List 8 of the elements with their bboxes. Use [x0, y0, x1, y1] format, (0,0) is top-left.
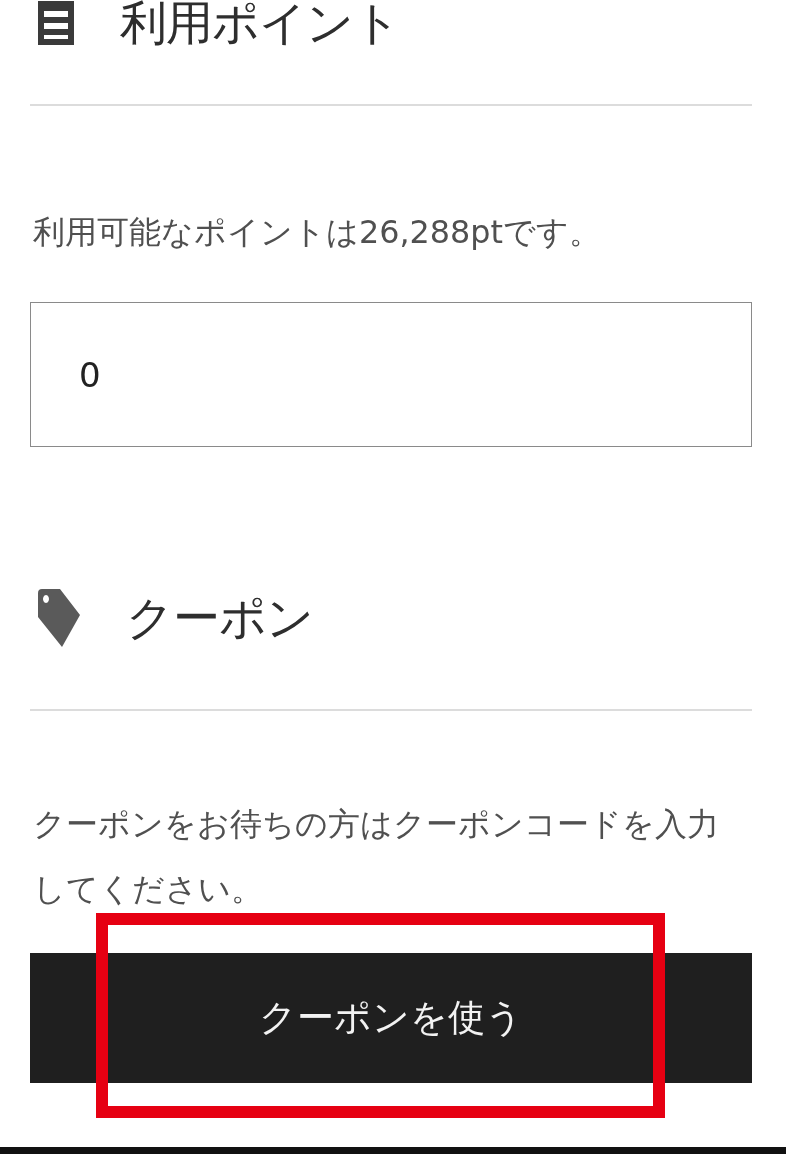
- section-title: 利用ポイント: [120, 0, 400, 46]
- available-points-text: 利用可能なポイントは26,288ptです。: [33, 212, 602, 252]
- tag-icon: [38, 589, 80, 647]
- coupon-instructions-text: クーポンをお待ちの方はクーポンコードを入力してください。: [33, 804, 720, 910]
- section-title: クーポン: [126, 589, 313, 647]
- use-coupon-button[interactable]: クーポンを使う: [30, 953, 752, 1083]
- document-icon: [38, 1, 74, 45]
- points-input[interactable]: 0: [30, 302, 752, 447]
